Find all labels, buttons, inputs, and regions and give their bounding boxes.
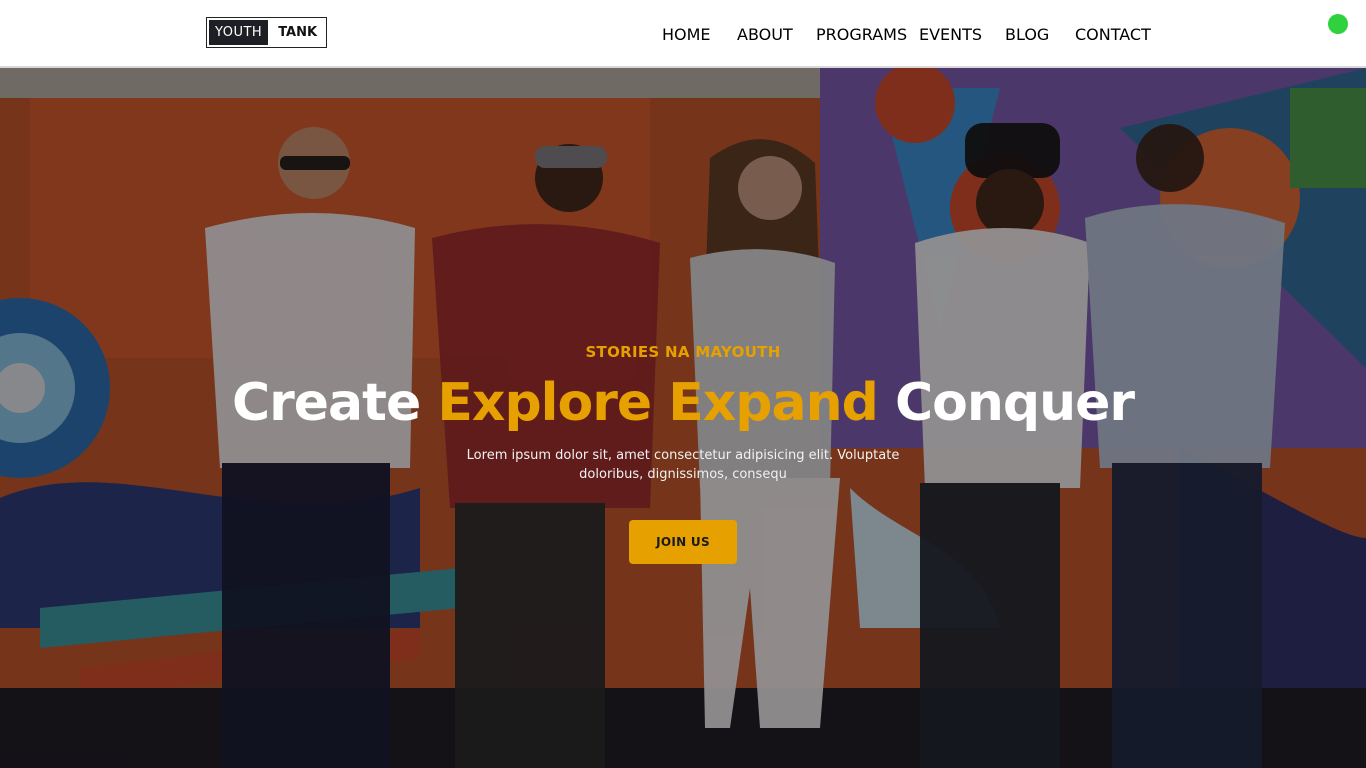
nav-programs[interactable]: PROGRAMS [816, 25, 907, 44]
headline-word-conquer: Conquer [894, 373, 1135, 433]
top-navbar: YOUTH TANK HOME ABOUT PROGRAMS EVENTS BL… [0, 0, 1366, 68]
hero-kicker: STORIES NA MAYOUTH [585, 343, 781, 361]
nav-home[interactable]: HOME [662, 25, 711, 44]
logo-part-youth: YOUTH [209, 20, 269, 45]
headline-word-explore: Explore [437, 373, 652, 433]
nav-blog[interactable]: BLOG [1005, 25, 1049, 44]
logo-part-tank: TANK [278, 25, 318, 40]
hero-section: STORIES NA MAYOUTH Create Explore Expand… [0, 68, 1366, 768]
nav-about[interactable]: ABOUT [737, 25, 793, 44]
nav-contact[interactable]: CONTACT [1075, 25, 1151, 44]
hero-subtext: Lorem ipsum dolor sit, amet consectetur … [466, 448, 900, 482]
site-logo[interactable]: YOUTH TANK [206, 17, 328, 48]
join-us-button[interactable]: JOIN US [629, 520, 737, 564]
headline-word-create: Create [231, 373, 421, 433]
nav-events[interactable]: EVENTS [919, 25, 982, 44]
hero-headline: Create Explore Expand Conquer [0, 373, 1366, 433]
headline-word-expand: Expand [668, 373, 879, 433]
status-dot-indicator [1328, 14, 1348, 34]
